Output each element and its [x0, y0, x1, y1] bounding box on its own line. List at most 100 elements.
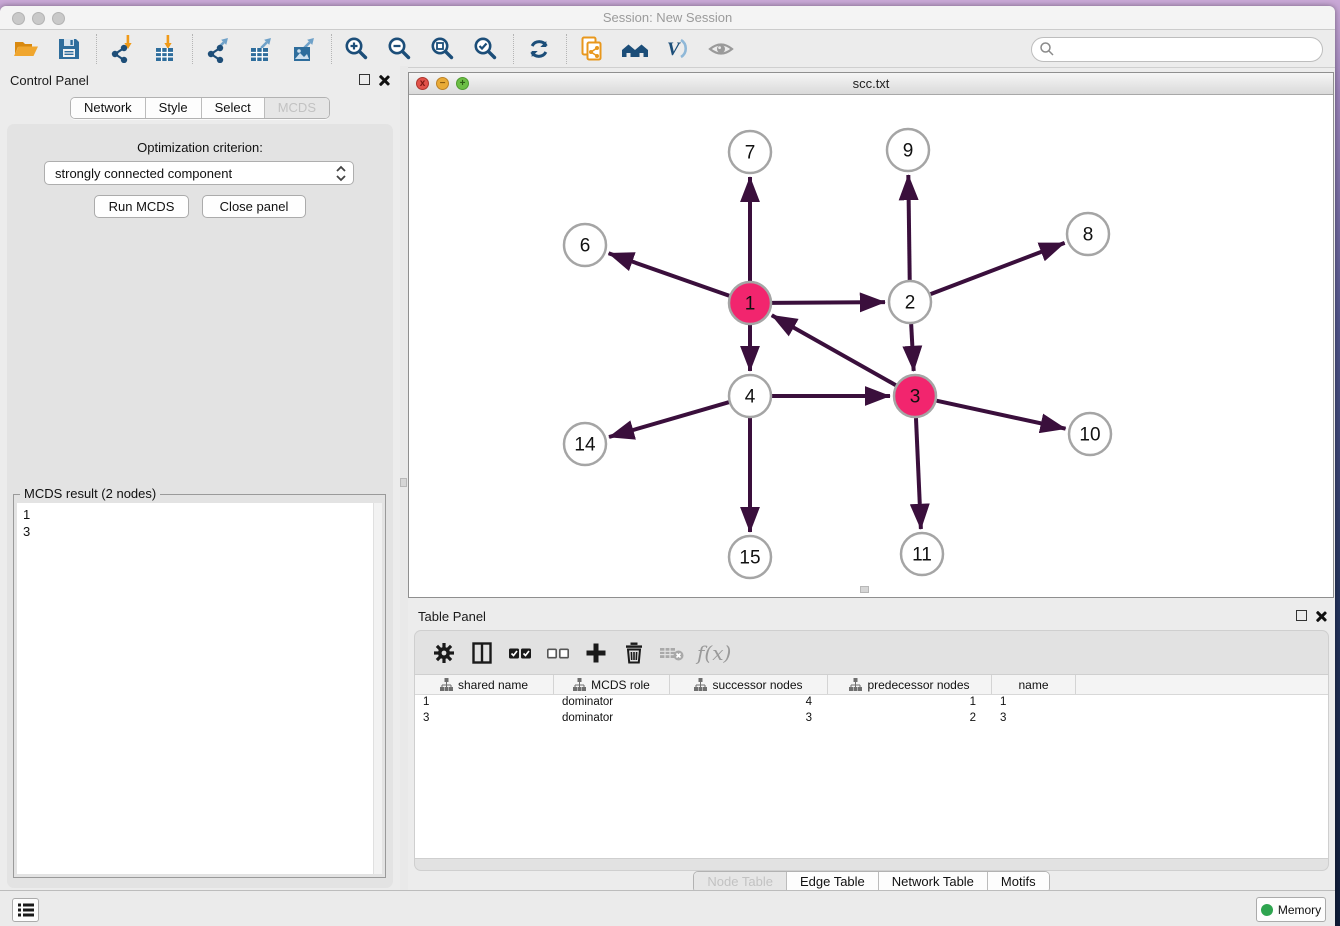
search-input[interactable] [1055, 42, 1305, 57]
column-header-filler [1076, 675, 1328, 694]
vertical-splitter[interactable] [400, 66, 408, 892]
save-session-icon[interactable] [53, 33, 85, 65]
table-row[interactable]: 1dominator411 [415, 695, 1328, 711]
refresh-glyph [525, 35, 553, 63]
splitter-handle[interactable] [400, 478, 407, 487]
toolbar-separator [331, 34, 332, 64]
tab-network-table[interactable]: Network Table [878, 872, 987, 892]
result-scrollbar[interactable] [373, 503, 382, 874]
column-header-successor-nodes[interactable]: successor nodes [670, 675, 828, 694]
import-network-icon[interactable] [106, 33, 138, 65]
close-panel-button[interactable]: Close panel [202, 195, 306, 218]
graph-edge-1-6[interactable] [609, 253, 730, 295]
tab-network[interactable]: Network [71, 98, 145, 118]
graph-edge-2-3[interactable] [911, 324, 914, 371]
delete-table-icon[interactable] [657, 638, 687, 668]
table-settings-icon[interactable] [429, 638, 459, 668]
home-view-icon[interactable] [619, 33, 651, 65]
table-cell[interactable]: dominator [554, 711, 670, 727]
tab-edge-table[interactable]: Edge Table [786, 872, 878, 892]
zoom-in-icon[interactable] [341, 33, 373, 65]
tab-select[interactable]: Select [201, 98, 264, 118]
mcds-result-text[interactable]: 13 [17, 503, 382, 874]
graph-node-label: 14 [574, 435, 596, 456]
graph-edge-2-9[interactable] [908, 175, 909, 280]
refresh-view-icon[interactable] [523, 33, 555, 65]
table-row[interactable]: 3dominator323 [415, 711, 1328, 727]
table-cell[interactable]: 3 [415, 711, 554, 727]
column-attribute-icon [694, 678, 707, 691]
status-bar: Memory [0, 890, 1335, 926]
tab-mcds[interactable]: MCDS [264, 98, 329, 118]
table-cell[interactable]: 1 [992, 695, 1076, 711]
close-panel-icon[interactable] [377, 74, 390, 87]
column-header-MCDS-role[interactable]: MCDS role [554, 675, 670, 694]
column-attribute-icon [849, 678, 862, 691]
select-all-checkboxes-icon[interactable] [505, 638, 535, 668]
export-image-glyph [290, 35, 318, 63]
table-cell[interactable]: 3 [992, 711, 1076, 727]
horizontal-splitter-handle[interactable] [860, 586, 869, 593]
mcds-result-title: MCDS result (2 nodes) [20, 486, 160, 501]
graph-edge-4-14[interactable] [609, 402, 729, 437]
float-panel-icon[interactable] [359, 74, 370, 85]
mcds-result-line: 1 [23, 506, 382, 523]
export-image-icon[interactable] [288, 33, 320, 65]
deselect-all-checkboxes-icon[interactable] [543, 638, 573, 668]
dropdown-stepper-icon [334, 164, 348, 182]
svg-text:f(x): f(x) [695, 641, 731, 665]
add-column-icon[interactable] [581, 638, 611, 668]
show-hide-panel-icon[interactable] [705, 33, 737, 65]
vizmapper-icon[interactable]: V [662, 33, 694, 65]
network-window-title: scc.txt [409, 76, 1333, 91]
zoom-fit-glyph [429, 35, 457, 63]
function-builder-icon[interactable]: f(x) [695, 638, 735, 668]
node-table[interactable]: shared name MCDS role successor nodesprede… [414, 674, 1329, 859]
table-bottom-strip [414, 859, 1329, 871]
import-table-icon[interactable] [149, 33, 181, 65]
table-cell[interactable]: dominator [554, 695, 670, 711]
task-history-button[interactable] [12, 898, 39, 922]
export-table-glyph [247, 35, 275, 63]
graph-node-label: 6 [580, 236, 591, 257]
app-window: Session: New Session [0, 6, 1335, 926]
close-table-panel-icon[interactable] [1314, 610, 1327, 623]
memory-button[interactable]: Memory [1256, 897, 1326, 922]
graph-edge-3-10[interactable] [936, 401, 1065, 429]
split-columns-icon[interactable] [467, 638, 497, 668]
float-table-panel-icon[interactable] [1296, 610, 1307, 621]
eye-glyph [707, 35, 735, 63]
table-cell[interactable]: 4 [670, 695, 828, 711]
table-cell[interactable]: 1 [828, 695, 992, 711]
graph-edge-2-8[interactable] [931, 243, 1065, 294]
column-header-shared-name[interactable]: shared name [415, 675, 554, 694]
export-network-icon[interactable] [202, 33, 234, 65]
export-table-icon[interactable] [245, 33, 277, 65]
open-session-icon[interactable] [10, 33, 42, 65]
zoom-out-icon[interactable] [384, 33, 416, 65]
network-window-titlebar[interactable]: x − + scc.txt [409, 73, 1333, 95]
column-attribute-icon [440, 678, 453, 691]
search-box[interactable] [1031, 37, 1323, 62]
tab-style[interactable]: Style [145, 98, 201, 118]
run-mcds-button[interactable]: Run MCDS [94, 195, 189, 218]
graph-edge-3-1[interactable] [772, 315, 896, 385]
graph-edge-3-11[interactable] [916, 418, 921, 529]
column-header-predecessor-nodes[interactable]: predecessor nodes [828, 675, 992, 694]
table-cell[interactable]: 2 [828, 711, 992, 727]
column-header-name[interactable]: name [992, 675, 1076, 694]
table-panel-title: Table Panel [418, 609, 486, 624]
delete-column-icon[interactable] [619, 638, 649, 668]
tab-node-table[interactable]: Node Table [694, 872, 786, 892]
zoom-selected-icon[interactable] [470, 33, 502, 65]
mcds-tab-content: Optimization criterion: strongly connect… [7, 124, 393, 888]
table-cell[interactable]: 1 [415, 695, 554, 711]
network-canvas[interactable]: 1234678910111415 [409, 95, 1333, 597]
column-header-label: MCDS role [591, 678, 650, 692]
zoom-fit-icon[interactable] [427, 33, 459, 65]
table-cell[interactable]: 3 [670, 711, 828, 727]
clone-network-icon[interactable] [576, 33, 608, 65]
graph-edge-1-2[interactable] [772, 302, 885, 303]
tab-motifs[interactable]: Motifs [987, 872, 1049, 892]
criterion-dropdown[interactable]: strongly connected component [44, 161, 354, 185]
